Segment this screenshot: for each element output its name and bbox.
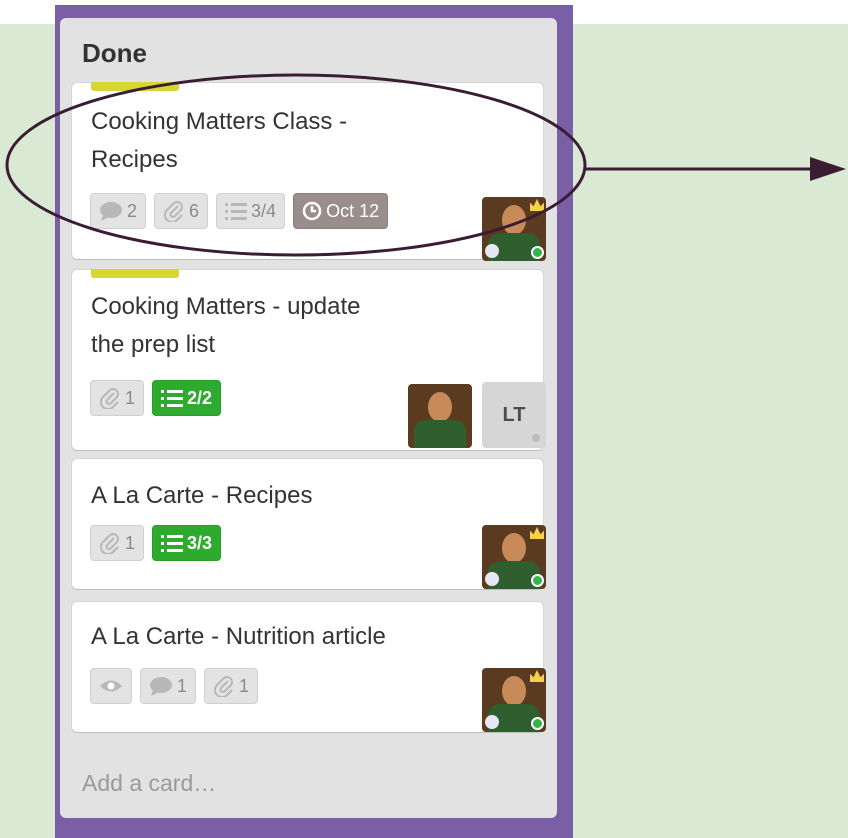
member-avatar[interactable]: [482, 197, 546, 261]
attachments-count: 1: [125, 387, 136, 408]
admin-crown-icon: [530, 670, 544, 682]
card-a-la-carte-recipes[interactable]: A La Carte - Recipes 1 3/3: [72, 459, 546, 589]
online-status-icon: [531, 246, 544, 259]
checklist-badge-complete: 2/2: [152, 380, 222, 416]
list-title[interactable]: Done: [82, 38, 147, 69]
comments-count: 2: [127, 200, 138, 221]
comments-badge: 1: [140, 668, 197, 704]
member-avatar[interactable]: [482, 668, 546, 732]
card-title-line1: Cooking Matters - update: [91, 293, 361, 320]
chevron-up-icon: [485, 715, 499, 729]
card-title: A La Carte - Recipes: [91, 477, 481, 515]
attachments-count: 1: [239, 675, 250, 696]
card-badges: 1 1: [90, 668, 259, 704]
card-title: Cooking Matters Class - Recipes: [91, 103, 481, 179]
clock-icon: [302, 201, 322, 221]
offline-status-icon: [532, 434, 540, 442]
card-title: A La Carte - Nutrition article: [91, 618, 481, 656]
online-status-icon: [531, 717, 544, 730]
list-done: Done Cooking Matters Class - Recipes 2 6…: [60, 18, 557, 818]
member-avatar[interactable]: [408, 384, 472, 448]
card-title-line1: A La Carte - Nutrition article: [91, 623, 386, 650]
chevron-up-icon: [485, 572, 499, 586]
chevron-up-icon: [485, 244, 499, 258]
checklist-count: 3/3: [187, 532, 213, 553]
card-a-la-carte-nutrition[interactable]: A La Carte - Nutrition article 1 1: [72, 602, 546, 732]
comments-badge: 2: [90, 193, 147, 229]
paperclip-icon: [213, 676, 233, 697]
attachments-badge: 1: [204, 668, 259, 704]
card-badges: 2 6 3/4 Oct 12: [90, 193, 389, 229]
attachments-badge: 6: [154, 193, 209, 229]
paperclip-icon: [99, 388, 119, 409]
checklist-icon: [161, 390, 184, 407]
checklist-count: 3/4: [251, 200, 277, 221]
card-cooking-matters-class[interactable]: Cooking Matters Class - Recipes 2 6 3/4 …: [72, 82, 546, 261]
paperclip-icon: [163, 201, 183, 222]
eye-icon: [100, 680, 122, 692]
online-status-icon: [531, 574, 544, 587]
card-cooking-matters-update[interactable]: Cooking Matters - update the prep list 1…: [72, 269, 546, 450]
watching-badge: [90, 668, 132, 704]
add-card-button[interactable]: Add a card…: [82, 770, 216, 797]
comment-icon: [100, 202, 122, 221]
admin-crown-icon: [530, 199, 544, 211]
checklist-badge: 3/4: [216, 193, 286, 229]
admin-crown-icon: [530, 527, 544, 539]
card-badges: 1 2/2: [90, 380, 222, 416]
card-label-yellow: [91, 269, 179, 278]
card-badges: 1 3/3: [90, 525, 222, 561]
pointer-arrowhead: [810, 157, 846, 181]
checklist-icon: [225, 203, 248, 220]
card-label-yellow: [91, 82, 179, 91]
due-date-text: Oct 12: [326, 200, 380, 221]
attachments-badge: 1: [90, 525, 145, 561]
due-date-badge[interactable]: Oct 12: [293, 193, 389, 229]
comments-count: 1: [177, 675, 188, 696]
checklist-count: 2/2: [187, 387, 213, 408]
card-title: Cooking Matters - update the prep list: [91, 288, 481, 364]
attachments-count: 6: [189, 200, 200, 221]
checklist-icon: [161, 535, 184, 552]
card-title-line2: Recipes: [91, 146, 178, 173]
card-title-line2: the prep list: [91, 331, 216, 358]
member-initials: LT: [502, 403, 526, 426]
attachments-count: 1: [125, 532, 136, 553]
paperclip-icon: [99, 533, 119, 554]
card-title-line1: Cooking Matters Class -: [91, 108, 348, 135]
member-avatar[interactable]: [482, 525, 546, 589]
attachments-badge: 1: [90, 380, 145, 416]
member-initials-avatar[interactable]: LT: [482, 382, 546, 448]
card-title-line1: A La Carte - Recipes: [91, 482, 313, 509]
comment-icon: [150, 677, 172, 696]
checklist-badge-complete: 3/3: [152, 525, 222, 561]
